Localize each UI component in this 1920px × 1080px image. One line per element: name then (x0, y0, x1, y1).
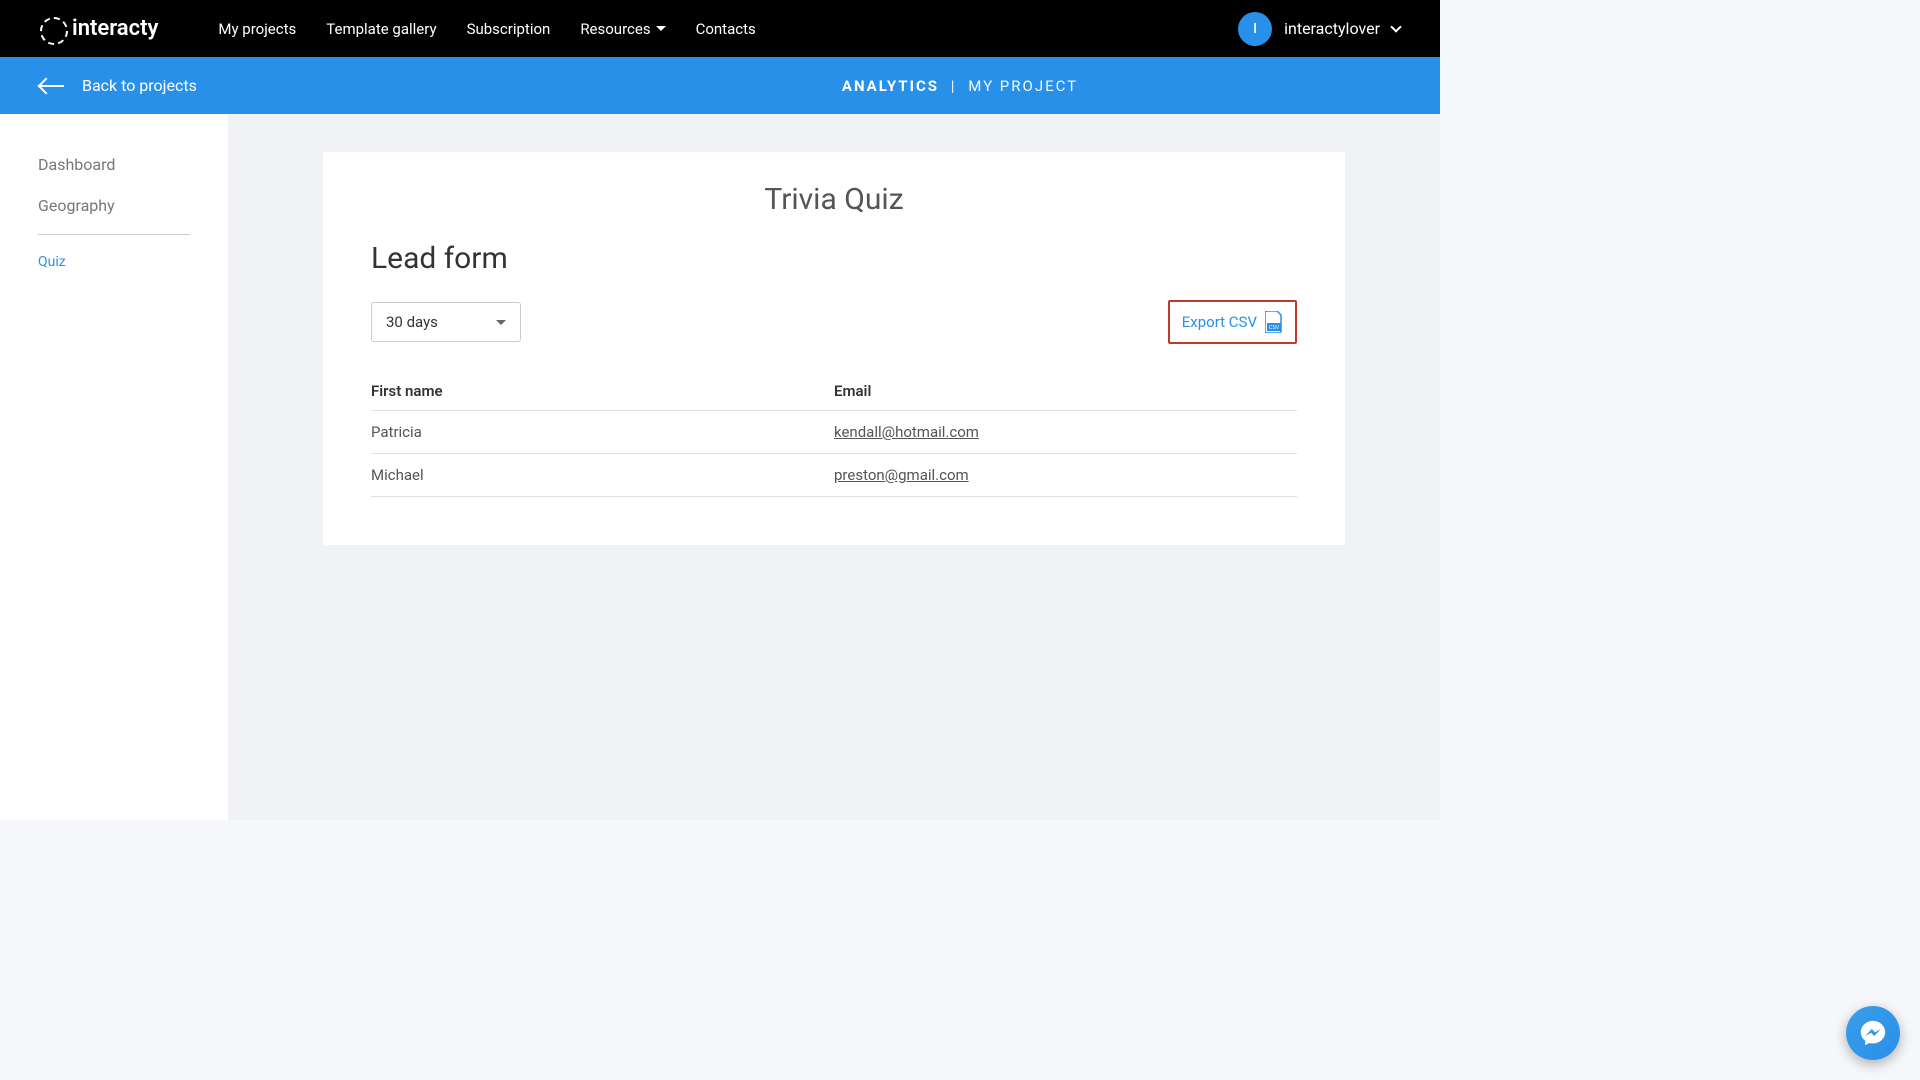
brand-name: interacty (72, 16, 158, 41)
back-label: Back to projects (82, 76, 197, 95)
column-email: Email (834, 372, 1297, 411)
date-range-dropdown[interactable]: 30 days (371, 302, 521, 342)
chevron-down-icon (1390, 21, 1401, 32)
subheader: Back to projects ANALYTICS | MY PROJECT (0, 57, 1440, 114)
export-csv-button[interactable]: Export CSV CSV (1168, 300, 1297, 344)
leads-table: First name Email Patricia kendall@hotmai… (371, 372, 1297, 497)
table-row: Michael preston@gmail.com (371, 454, 1297, 497)
email-link[interactable]: kendall@hotmail.com (834, 423, 979, 441)
chevron-down-icon (656, 26, 666, 31)
nav-subscription[interactable]: Subscription (467, 20, 551, 38)
table-row: Patricia kendall@hotmail.com (371, 411, 1297, 454)
card-subtitle: Lead form (371, 241, 1297, 276)
nav-contacts[interactable]: Contacts (696, 20, 756, 38)
nav-resources-label: Resources (580, 20, 650, 38)
dropdown-value: 30 days (386, 313, 438, 331)
lead-form-card: Trivia Quiz Lead form 30 days Export CSV… (323, 152, 1345, 545)
nav-resources[interactable]: Resources (580, 20, 665, 38)
breadcrumb-main: ANALYTICS (842, 77, 939, 95)
sidebar-item-quiz[interactable]: Quiz (38, 243, 190, 281)
card-title: Trivia Quiz (371, 182, 1297, 217)
column-first-name: First name (371, 372, 834, 411)
logo-icon (40, 17, 64, 41)
sidebar-divider (38, 234, 190, 235)
svg-text:CSV: CSV (1269, 325, 1280, 331)
cell-email: kendall@hotmail.com (834, 411, 1297, 454)
messenger-icon (1858, 1018, 1888, 1048)
nav-my-projects[interactable]: My projects (218, 20, 296, 38)
chevron-down-icon (496, 320, 506, 325)
breadcrumb-separator: | (951, 77, 957, 95)
back-to-projects[interactable]: Back to projects (40, 76, 197, 95)
chat-widget[interactable] (1846, 1006, 1900, 1060)
email-link[interactable]: preston@gmail.com (834, 466, 969, 484)
user-name: interactylover (1284, 19, 1380, 38)
user-menu[interactable]: I interactylover (1238, 12, 1400, 46)
sidebar-item-geography[interactable]: Geography (38, 185, 190, 226)
arrow-left-icon (40, 80, 68, 92)
main-nav: My projects Template gallery Subscriptio… (218, 20, 1238, 38)
cell-first-name: Patricia (371, 411, 834, 454)
export-label: Export CSV (1182, 313, 1257, 331)
csv-file-icon: CSV (1265, 311, 1283, 333)
breadcrumb: ANALYTICS | MY PROJECT (842, 77, 1078, 95)
cell-email: preston@gmail.com (834, 454, 1297, 497)
content-area: Trivia Quiz Lead form 30 days Export CSV… (228, 114, 1440, 820)
brand-logo[interactable]: interacty (40, 16, 158, 41)
breadcrumb-sub: MY PROJECT (968, 77, 1078, 95)
topbar: interacty My projects Template gallery S… (0, 0, 1440, 57)
nav-template-gallery[interactable]: Template gallery (326, 20, 436, 38)
sidebar-item-dashboard[interactable]: Dashboard (38, 144, 190, 185)
cell-first-name: Michael (371, 454, 834, 497)
avatar: I (1238, 12, 1272, 46)
sidebar: Dashboard Geography Quiz (0, 114, 228, 820)
